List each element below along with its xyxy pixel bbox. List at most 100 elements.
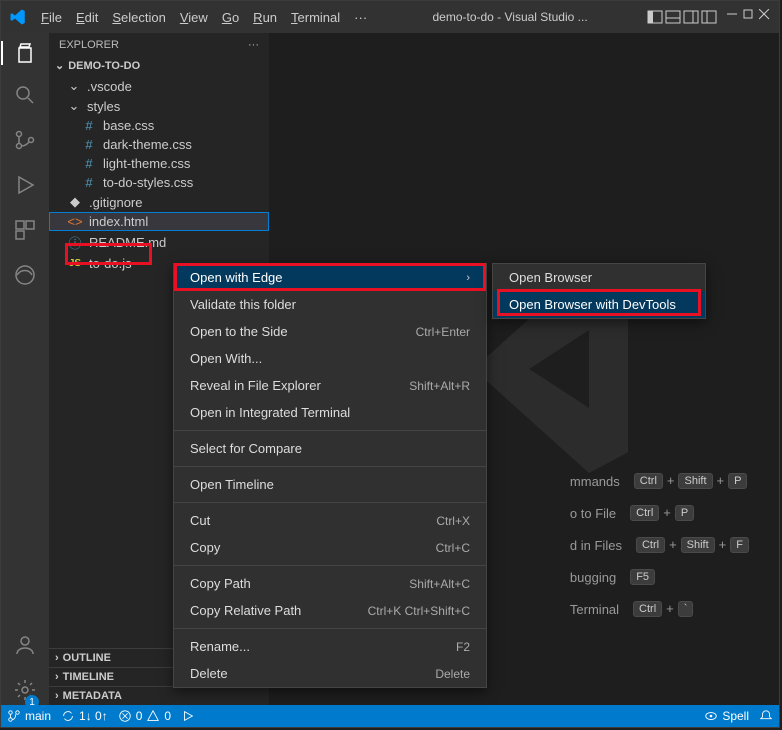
warning-icon — [146, 709, 160, 723]
file-todo-styles[interactable]: # to-do-styles.css — [49, 173, 269, 192]
menu-terminal[interactable]: Terminal — [285, 6, 346, 29]
sub-open-browser-devtools[interactable]: Open Browser with DevTools — [493, 291, 705, 318]
file-label: index.html — [89, 214, 148, 229]
metadata-section[interactable]: › METADATA — [49, 686, 269, 705]
ctx-open-with[interactable]: Open With... — [174, 345, 486, 372]
file-base-css[interactable]: # base.css — [49, 116, 269, 135]
folder-vscode[interactable]: ⌄ .vscode — [49, 76, 269, 96]
ctx-copy-path[interactable]: Copy Path Shift+Alt+C — [174, 570, 486, 597]
warnings-count: 0 — [164, 709, 171, 723]
ctx-cut[interactable]: Cut Ctrl+X — [174, 507, 486, 534]
context-menu: Open with Edge › Validate this folder Op… — [173, 263, 487, 688]
ctx-validate-folder[interactable]: Validate this folder — [174, 291, 486, 318]
spell-label: Spell — [722, 709, 749, 723]
ctx-open-to-side[interactable]: Open to the Side Ctrl+Enter — [174, 318, 486, 345]
activity-extensions[interactable] — [13, 218, 37, 245]
ctx-shortcut: Shift+Alt+R — [409, 379, 470, 393]
folder-label: .vscode — [87, 79, 132, 94]
ctx-copy-relative-path[interactable]: Copy Relative Path Ctrl+K Ctrl+Shift+C — [174, 597, 486, 624]
chevron-right-icon: › — [55, 652, 59, 664]
sync-label: 1↓ 0↑ — [79, 709, 108, 723]
ctx-label: Rename... — [190, 639, 250, 654]
activity-edge-tools[interactable] — [13, 263, 37, 290]
menu-edit[interactable]: Edit — [70, 6, 104, 29]
cmd-label: d in Files — [570, 538, 622, 553]
file-label: .gitignore — [89, 195, 142, 210]
ctx-shortcut: Ctrl+Enter — [416, 325, 470, 339]
cmd-label: o to File — [570, 506, 616, 521]
info-file-icon: ⓘ — [67, 233, 83, 252]
ctx-rename[interactable]: Rename... F2 — [174, 633, 486, 660]
ctx-label: Open in Integrated Terminal — [190, 405, 350, 420]
ctx-integrated-terminal[interactable]: Open in Integrated Terminal — [174, 399, 486, 426]
file-gitignore[interactable]: ◆ .gitignore — [49, 192, 269, 212]
folder-label: styles — [87, 99, 120, 114]
status-notifications[interactable] — [759, 709, 773, 723]
status-debug[interactable] — [181, 709, 195, 723]
cmd-label: Terminal — [570, 602, 619, 617]
separator — [174, 430, 486, 431]
menu-go[interactable]: Go — [216, 6, 245, 29]
ctx-shortcut: F2 — [456, 640, 470, 654]
section-label: OUTLINE — [63, 652, 111, 664]
ctx-delete[interactable]: Delete Delete — [174, 660, 486, 687]
ctx-label: Open Browser with DevTools — [509, 297, 676, 312]
project-header[interactable]: ⌄ DEMO-TO-DO — [49, 57, 269, 74]
sidebar-more-icon[interactable]: ··· — [248, 39, 259, 51]
ctx-label: Copy — [190, 540, 220, 555]
status-problems[interactable]: 0 0 — [118, 709, 171, 723]
folder-styles[interactable]: ⌄ styles — [49, 96, 269, 116]
debug-icon — [181, 709, 195, 723]
ctx-copy[interactable]: Copy Ctrl+C — [174, 534, 486, 561]
ctx-shortcut: Shift+Alt+C — [409, 577, 470, 591]
status-branch[interactable]: main — [7, 709, 51, 723]
html-file-icon: <> — [67, 214, 83, 229]
ctx-reveal[interactable]: Reveal in File Explorer Shift+Alt+R — [174, 372, 486, 399]
activity-run-debug[interactable] — [13, 173, 37, 200]
layout-sidebar-right-icon[interactable] — [683, 9, 699, 25]
menu-selection[interactable]: Selection — [106, 6, 171, 29]
activity-source-control[interactable] — [13, 128, 37, 155]
minimize-button[interactable] — [727, 9, 743, 25]
error-icon — [118, 709, 132, 723]
file-light-theme[interactable]: # light-theme.css — [49, 154, 269, 173]
menu-view[interactable]: View — [174, 6, 214, 29]
menu-overflow[interactable]: ··· — [348, 6, 373, 29]
file-readme[interactable]: ⓘ README.md — [49, 231, 269, 254]
close-button[interactable] — [759, 9, 775, 25]
cmd-label: mmands — [570, 474, 620, 489]
status-sync[interactable]: 1↓ 0↑ — [61, 709, 108, 723]
status-spell[interactable]: Spell — [704, 709, 749, 723]
layout-customize-icon[interactable] — [701, 9, 717, 25]
ctx-label: Open Browser — [509, 270, 592, 285]
titlebar-right — [647, 9, 779, 25]
activity-explorer[interactable] — [1, 41, 49, 65]
activity-settings[interactable] — [13, 678, 37, 705]
maximize-button[interactable] — [743, 9, 759, 25]
ctx-label: Validate this folder — [190, 297, 296, 312]
sub-open-browser[interactable]: Open Browser — [493, 264, 705, 291]
context-submenu: Open Browser Open Browser with DevTools — [492, 263, 706, 319]
menu-file[interactable]: File — [35, 6, 68, 29]
eye-icon — [704, 709, 718, 723]
bell-icon — [759, 709, 773, 723]
activity-search[interactable] — [13, 83, 37, 110]
ctx-open-with-edge[interactable]: Open with Edge › — [174, 264, 486, 291]
ctx-select-compare[interactable]: Select for Compare — [174, 435, 486, 462]
kbd-shortcut: F5 — [630, 569, 655, 585]
css-file-icon: # — [81, 118, 97, 133]
file-index-html[interactable]: <> index.html — [49, 212, 269, 231]
menu-run[interactable]: Run — [247, 6, 283, 29]
file-label: README.md — [89, 235, 166, 250]
vscode-window: File Edit Selection View Go Run Terminal… — [0, 0, 780, 728]
ctx-open-timeline[interactable]: Open Timeline — [174, 471, 486, 498]
kbd-shortcut: Ctrl+Shift+F — [636, 537, 749, 553]
activity-accounts[interactable] — [13, 633, 37, 660]
ctx-label: Copy Path — [190, 576, 251, 591]
window-title: demo-to-do - Visual Studio ... — [373, 10, 647, 24]
layout-panel-icon[interactable] — [665, 9, 681, 25]
ctx-shortcut: Ctrl+K Ctrl+Shift+C — [368, 604, 470, 618]
file-dark-theme[interactable]: # dark-theme.css — [49, 135, 269, 154]
layout-sidebar-left-icon[interactable] — [647, 9, 663, 25]
separator — [174, 502, 486, 503]
